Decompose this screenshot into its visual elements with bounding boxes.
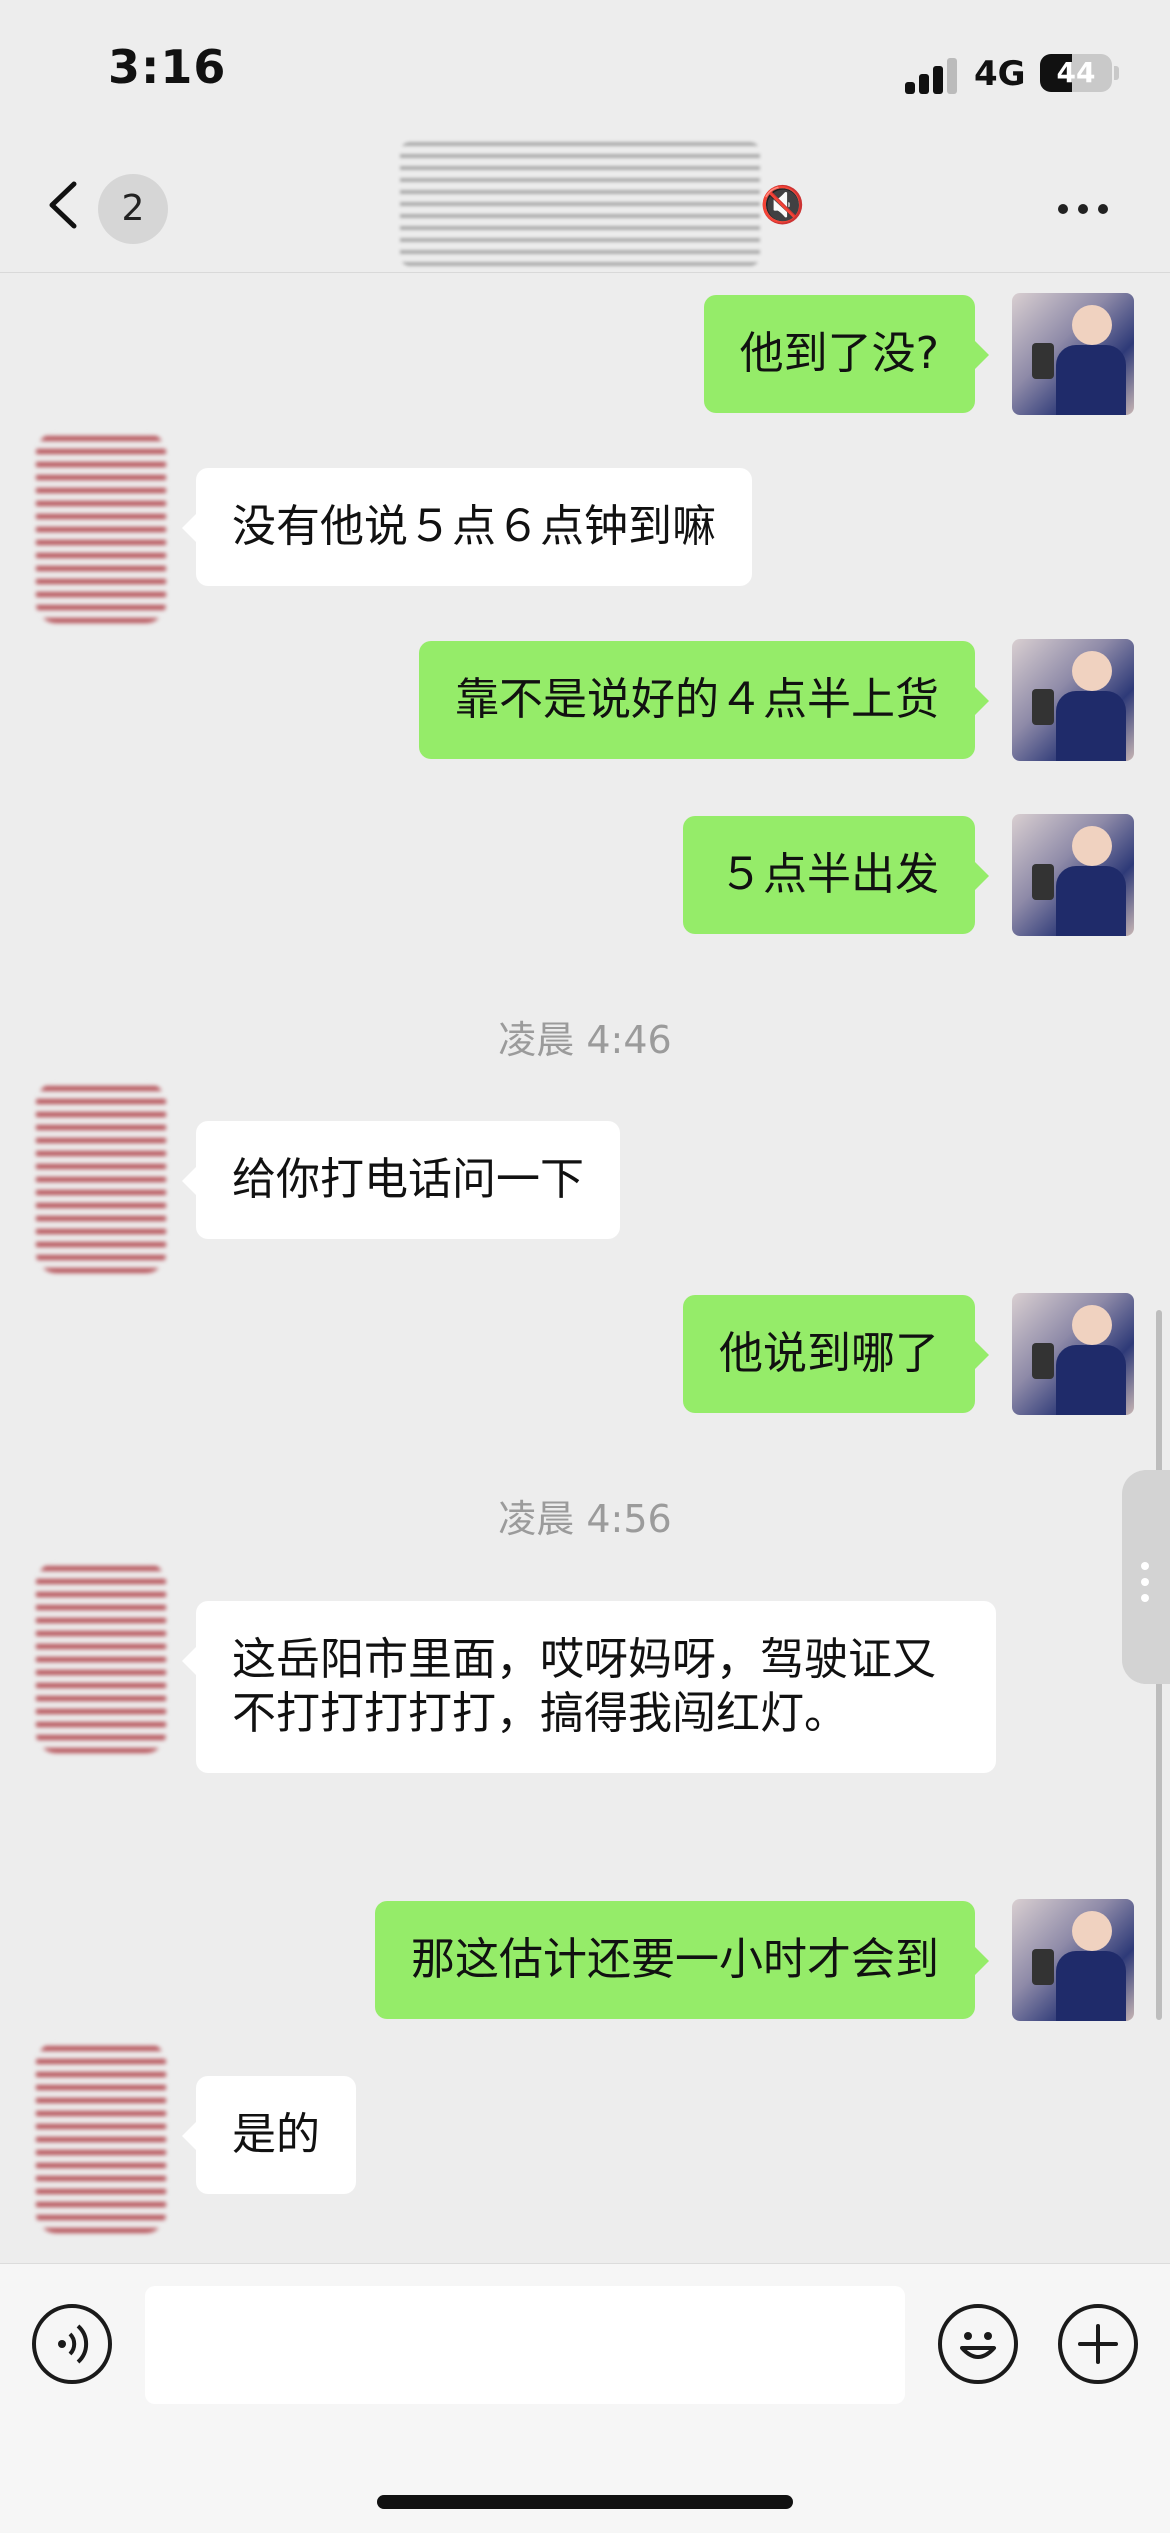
timestamp: 凌晨 4:46 [498,1018,672,1062]
incoming-message[interactable]: 给你打电话问一下 [182,1121,620,1239]
outgoing-message[interactable]: 他说到哪了 [683,1295,989,1413]
contact-avatar[interactable] [36,433,166,623]
battery-cap [1114,66,1119,80]
contact-avatar[interactable] [36,2043,166,2233]
scroll-handle[interactable] [1122,1470,1170,1684]
home-indicator[interactable] [377,2495,793,2509]
mute-icon: 🔇 [760,185,805,226]
chat-header: 2 🔇 [0,140,1170,273]
my-avatar[interactable] [1012,814,1134,936]
contact-avatar[interactable] [36,1083,166,1273]
input-bar [0,2263,1170,2533]
plus-icon[interactable] [1058,2304,1138,2384]
contact-avatar[interactable] [36,1563,166,1753]
signal-icon [905,58,961,94]
unread-count-badge[interactable]: 2 [98,174,168,244]
outgoing-message[interactable]: ５点半出发 [683,816,989,934]
battery-icon: 44 [1040,54,1112,92]
my-avatar[interactable] [1012,293,1134,415]
outgoing-message[interactable]: 那这估计还要一小时才会到 [375,1901,989,2019]
incoming-message[interactable]: 这岳阳市里面，哎呀妈呀，驾驶证又不打打打打打，搞得我闯红灯。 [182,1601,996,1773]
my-avatar[interactable] [1012,1899,1134,2021]
message-list[interactable]: 他到了没? 没有他说５点６点钟到嘛 靠不是说好的４点半上货 ５点半出发 凌晨 4… [0,273,1170,2263]
status-bar: 3:16 4G 44 [0,0,1170,140]
battery-level: 44 [1056,56,1096,89]
chat-title-blurred [400,142,760,266]
network-type: 4G [974,54,1026,94]
timestamp: 凌晨 4:56 [498,1497,672,1541]
outgoing-message[interactable]: 靠不是说好的４点半上货 [419,641,989,759]
emoji-icon[interactable] [938,2304,1018,2384]
my-avatar[interactable] [1012,639,1134,761]
voice-icon[interactable] [32,2304,112,2384]
my-avatar[interactable] [1012,1293,1134,1415]
status-time: 3:16 [108,40,227,94]
incoming-message[interactable]: 没有他说５点６点钟到嘛 [182,468,752,586]
message-input[interactable] [145,2286,905,2404]
outgoing-message[interactable]: 他到了没? [703,295,990,413]
incoming-message[interactable]: 是的 [182,2076,356,2194]
back-arrow-icon[interactable] [44,180,84,230]
